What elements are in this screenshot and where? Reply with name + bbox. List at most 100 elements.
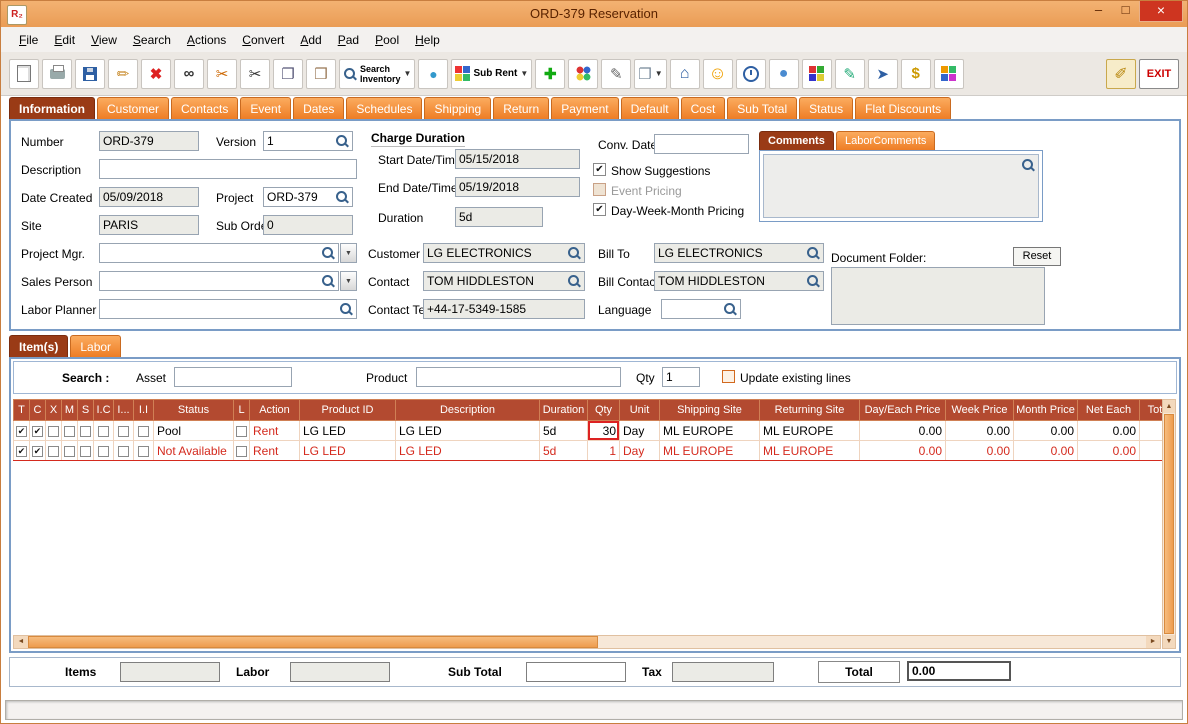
row1-month-price[interactable]: 0.00: [1013, 420, 1078, 441]
menu-add[interactable]: Add: [292, 30, 329, 50]
menu-search[interactable]: Search: [125, 30, 179, 50]
tab-comments[interactable]: Comments: [759, 131, 834, 150]
update-existing-checkbox[interactable]: [722, 370, 735, 383]
filter-button[interactable]: ●: [418, 58, 449, 89]
row2-total[interactable]: [1139, 440, 1163, 461]
project-mgr-search-icon[interactable]: [321, 246, 335, 260]
sub-rent-button[interactable]: Sub Rent ▼: [451, 58, 533, 89]
batch-documents-button[interactable]: ❐ ▼: [634, 58, 667, 89]
menu-actions[interactable]: Actions: [179, 30, 234, 50]
row2-check-ic[interactable]: [98, 445, 109, 457]
menu-pool[interactable]: Pool: [367, 30, 407, 50]
row1-description[interactable]: LG LED: [395, 420, 540, 441]
contact-tel-field[interactable]: +44-17-5349-1585: [423, 299, 585, 319]
sales-person-dropdown[interactable]: ▼: [340, 271, 357, 291]
project-mgr-dropdown[interactable]: ▼: [340, 243, 357, 263]
menu-convert[interactable]: Convert: [234, 30, 292, 50]
print-button[interactable]: [42, 58, 72, 89]
row1-duration[interactable]: 5d: [539, 420, 588, 441]
version-search-icon[interactable]: [335, 134, 349, 148]
search-inventory-dropdown-icon[interactable]: ▼: [404, 69, 412, 78]
contact-field[interactable]: TOM HIDDLESTON: [423, 271, 585, 291]
row2-check-c[interactable]: [32, 445, 43, 457]
description-field[interactable]: [99, 159, 357, 179]
tab-dates[interactable]: Dates: [293, 97, 345, 119]
row1-qty[interactable]: 30: [587, 420, 620, 441]
history-button[interactable]: [735, 58, 766, 89]
row1-product-id[interactable]: LG LED: [299, 420, 396, 441]
cut-line-button[interactable]: ✂: [207, 58, 237, 89]
number-field[interactable]: ORD-379: [99, 131, 199, 151]
row2-check-t[interactable]: [16, 445, 27, 457]
row1-status[interactable]: Pool: [153, 420, 234, 441]
currency-button[interactable]: $: [900, 58, 931, 89]
tab-flat-discounts[interactable]: Flat Discounts: [855, 97, 952, 119]
row2-check-idot[interactable]: [118, 445, 129, 457]
close-button[interactable]: ×: [1139, 1, 1183, 22]
menu-help[interactable]: Help: [407, 30, 448, 50]
row1-action[interactable]: Rent: [249, 420, 300, 441]
row1-check-c[interactable]: [32, 425, 43, 437]
customer-field[interactable]: LG ELECTRONICS: [423, 243, 585, 263]
row1-total[interactable]: [1139, 420, 1163, 441]
row1-check-t[interactable]: [16, 425, 27, 437]
end-date-field[interactable]: 05/19/2018: [455, 177, 580, 197]
conv-date-field[interactable]: [654, 134, 749, 154]
labor-planner-field[interactable]: [99, 299, 357, 319]
row2-description[interactable]: LG LED: [395, 440, 540, 461]
language-field[interactable]: [661, 299, 741, 319]
project-field[interactable]: ORD-379: [263, 187, 353, 207]
minimize-button[interactable]: –: [1085, 1, 1112, 20]
duration-field[interactable]: 5d: [455, 207, 543, 227]
row1-check-ic[interactable]: [98, 425, 109, 437]
tab-information[interactable]: Information: [9, 97, 95, 119]
package-pool-button[interactable]: [933, 58, 964, 89]
row2-check-ii[interactable]: [138, 445, 149, 457]
project-mgr-field[interactable]: [99, 243, 339, 263]
tab-event[interactable]: Event: [240, 97, 292, 119]
comments-textarea[interactable]: [763, 154, 1039, 218]
sales-person-search-icon[interactable]: [321, 274, 335, 288]
row1-check-ii[interactable]: [138, 425, 149, 437]
labor-planner-search-icon[interactable]: [339, 302, 353, 316]
maximize-button[interactable]: □: [1112, 1, 1139, 20]
asset-input[interactable]: [174, 367, 292, 387]
menu-file[interactable]: File: [11, 30, 46, 50]
item-row-1[interactable]: Pool Rent LG LED LG LED 5d 30 Day ML EUR…: [13, 420, 1163, 441]
tab-cost[interactable]: Cost: [680, 97, 726, 119]
row2-day-each-price[interactable]: 0.00: [859, 440, 946, 461]
row2-check-l[interactable]: [236, 445, 247, 457]
row2-status[interactable]: Not Available: [153, 440, 234, 461]
row2-product-id[interactable]: LG LED: [299, 440, 396, 461]
tab-payment[interactable]: Payment: [551, 97, 619, 119]
item-row-2[interactable]: Not Available Rent LG LED LG LED 5d 1 Da…: [13, 440, 1163, 461]
bill-to-search-icon[interactable]: [806, 246, 820, 260]
multi-part-button[interactable]: [801, 58, 832, 89]
reset-button[interactable]: Reset: [1013, 247, 1061, 266]
row1-shipping-site[interactable]: ML EUROPE: [659, 420, 760, 441]
horizontal-scrollbar[interactable]: ◄ ►: [13, 635, 1161, 649]
edit-button[interactable]: ✏: [108, 58, 138, 89]
row2-check-m[interactable]: [64, 445, 75, 457]
version-field[interactable]: 1: [263, 131, 353, 151]
row2-qty[interactable]: 1: [587, 440, 620, 461]
scroll-right-icon[interactable]: ►: [1146, 636, 1160, 648]
row2-action[interactable]: Rent: [249, 440, 300, 461]
document-folder-box[interactable]: [831, 267, 1045, 325]
print-setup-button[interactable]: ⌂: [669, 58, 700, 89]
bill-contact-search-icon[interactable]: [806, 274, 820, 288]
row1-unit[interactable]: Day: [619, 420, 660, 441]
bill-contact-field[interactable]: TOM HIDDLESTON: [654, 271, 824, 291]
sub-orders-field[interactable]: 0: [263, 215, 353, 235]
menu-edit[interactable]: Edit: [46, 30, 83, 50]
product-input[interactable]: [416, 367, 621, 387]
tab-items[interactable]: Item(s): [9, 335, 69, 357]
row2-net-each[interactable]: 0.00: [1077, 440, 1140, 461]
tab-customer[interactable]: Customer: [97, 97, 170, 119]
scroll-left-icon[interactable]: ◄: [14, 636, 28, 648]
row2-unit[interactable]: Day: [619, 440, 660, 461]
find-button[interactable]: ∞: [174, 58, 204, 89]
delete-button[interactable]: ✖: [141, 58, 171, 89]
row1-net-each[interactable]: 0.00: [1077, 420, 1140, 441]
web-button[interactable]: ●: [768, 58, 799, 89]
